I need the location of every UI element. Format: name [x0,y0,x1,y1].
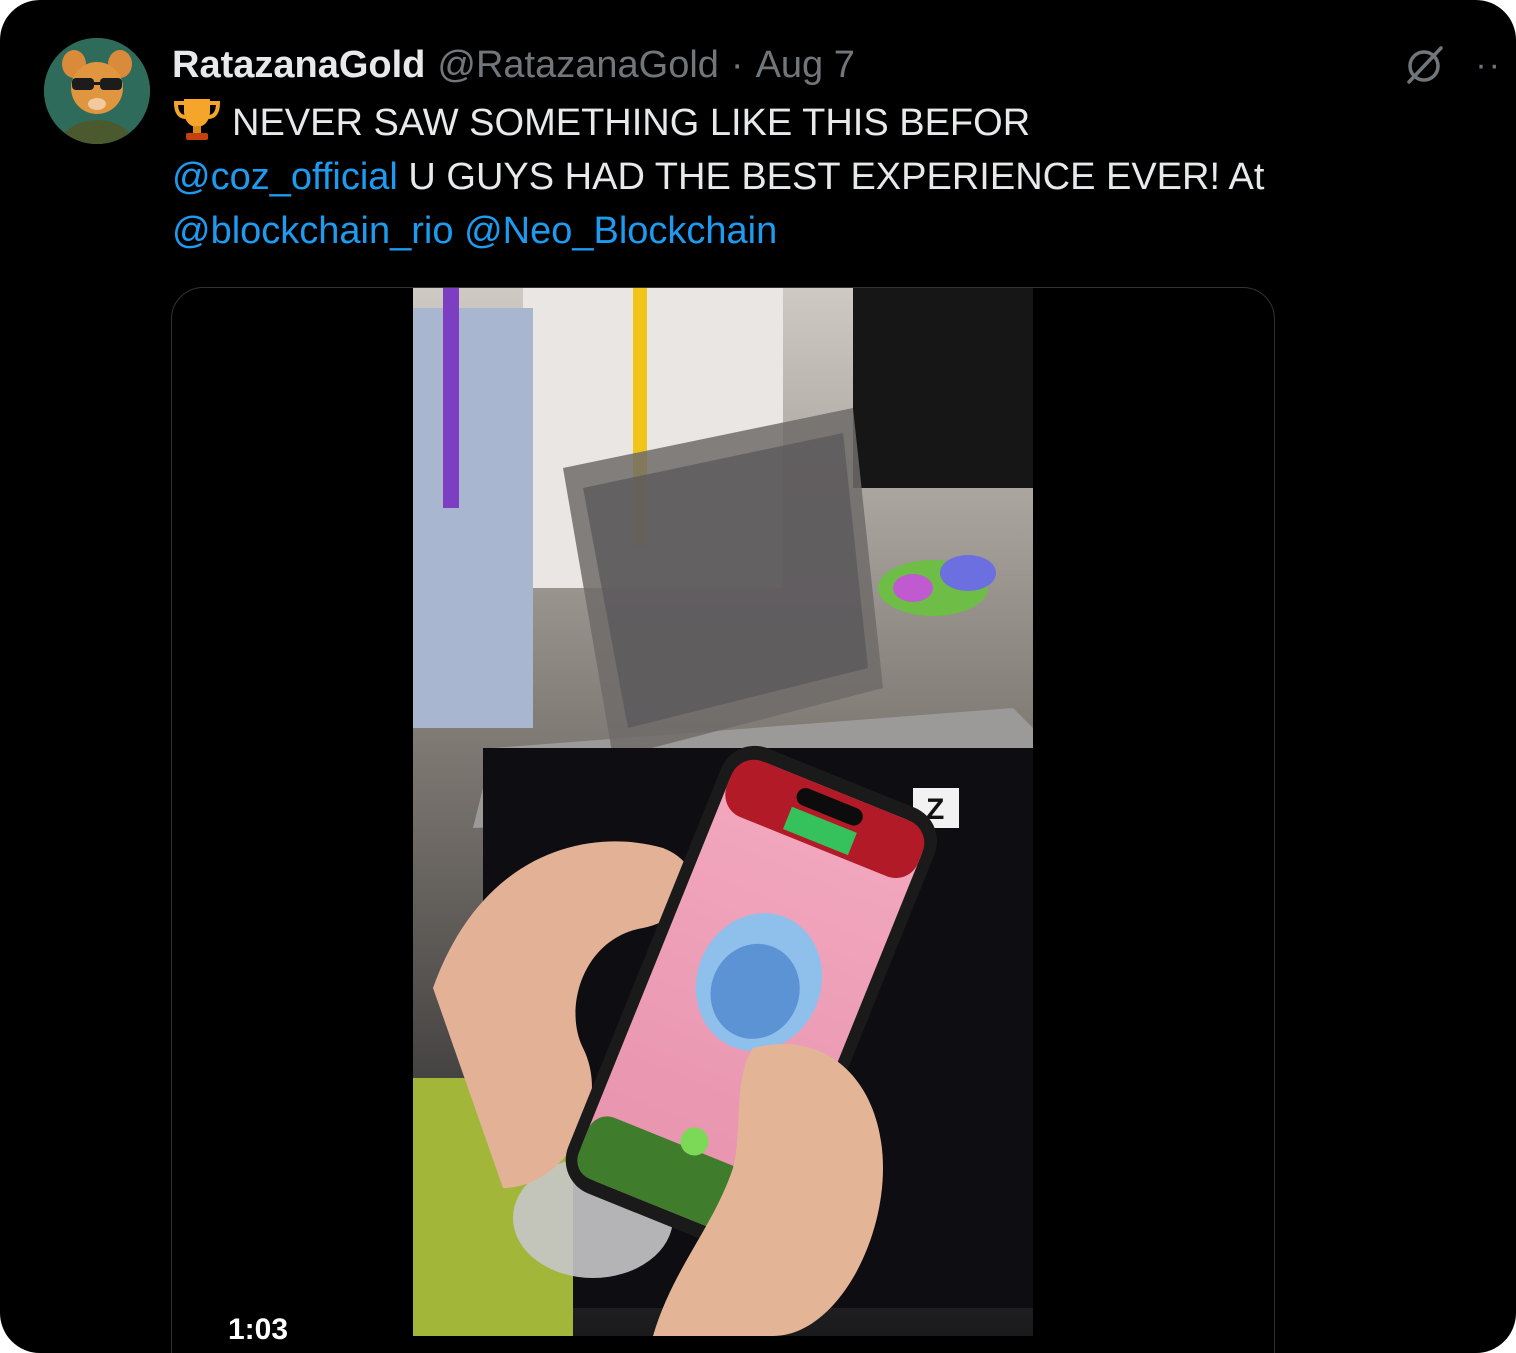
tweet-line-3: @blockchain_rio @Neo_Blockchain [172,204,1372,258]
trophy-icon [173,99,221,140]
avatar[interactable] [44,38,150,144]
video-still-image: Z [413,288,1033,1336]
tweet-date[interactable]: Aug 7 [756,40,855,90]
tweet-line-2-text: U GUYS HAD THE BEST EXPERIENCE EVER! At [397,156,1265,198]
mention-neo-blockchain[interactable]: @Neo_Blockchain [464,210,777,252]
video-frame[interactable]: Z [413,288,1033,1336]
user-handle[interactable]: @RatazanaGold [437,40,719,90]
tweet-card: RatazanaGold @RatazanaGold · Aug 7 ·· NE… [0,0,1516,1353]
tweet-text: NEVER SAW SOMETHING LIKE THIS BEFOR @coz… [172,96,1372,258]
tweet-line-2: @coz_official U GUYS HAD THE BEST EXPERI… [172,150,1372,204]
mention-blockchain-rio[interactable]: @blockchain_rio [172,210,454,252]
grok-slash-icon[interactable] [1401,42,1447,88]
header-separator: · [730,44,744,86]
tweet-line-1-text: NEVER SAW SOMETHING LIKE THIS BEFOR [232,102,1031,144]
tweet-header: RatazanaGold @RatazanaGold · Aug 7 [172,40,855,90]
more-dots-icon[interactable]: ·· [1475,42,1502,88]
rat-avatar-icon [44,38,150,144]
mention-coz-official[interactable]: @coz_official [172,156,398,198]
video-duration: 1:03 [228,1313,289,1346]
tweet-line-1: NEVER SAW SOMETHING LIKE THIS BEFOR [172,96,1372,150]
tweet-actions-top: ·· [1401,42,1502,88]
video-player[interactable]: Z 1:03 [171,287,1275,1353]
display-name[interactable]: RatazanaGold [172,40,425,90]
